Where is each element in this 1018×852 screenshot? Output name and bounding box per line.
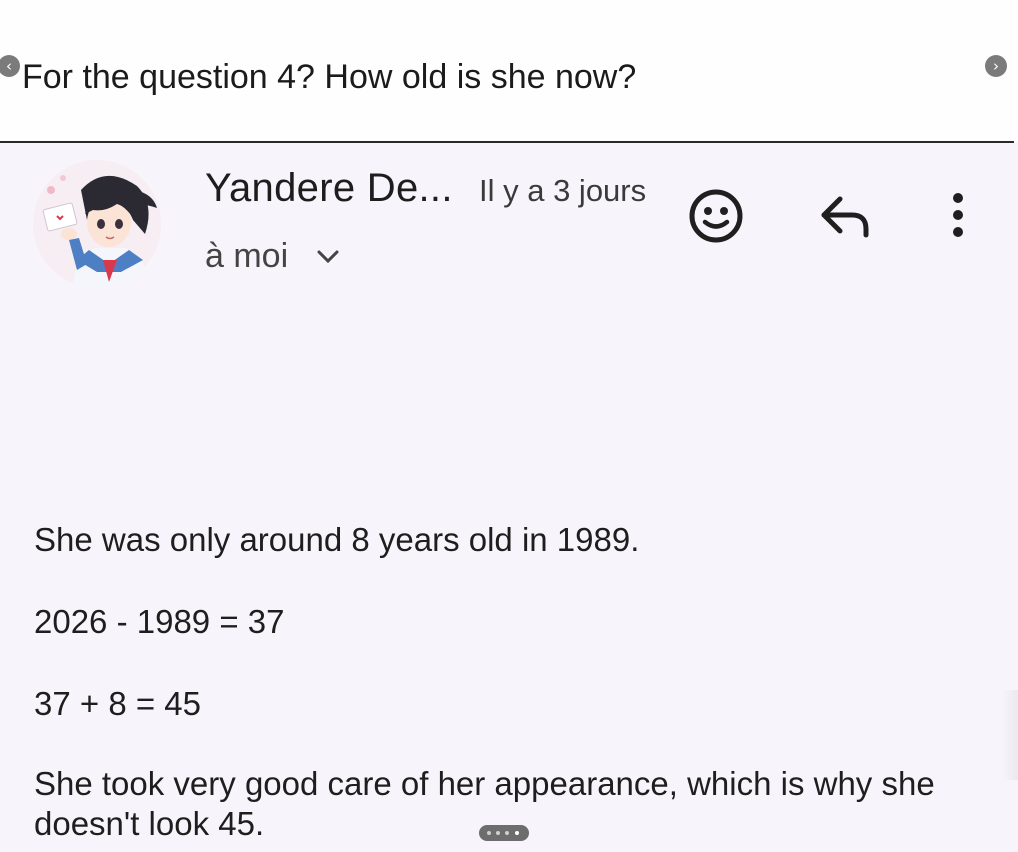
email-body-line: 37 + 8 = 45 bbox=[34, 685, 201, 722]
divider bbox=[0, 141, 1014, 143]
recipient-label[interactable]: à moi bbox=[205, 237, 288, 276]
chevron-right-icon[interactable]: › bbox=[985, 55, 1007, 77]
emoji-reaction-icon[interactable] bbox=[686, 186, 746, 246]
chevron-down-icon[interactable] bbox=[315, 247, 341, 267]
sender-name[interactable]: Yandere De... bbox=[205, 166, 453, 211]
timestamp: Il y a 3 jours bbox=[479, 173, 647, 208]
email-body-line: She took very good care of her appearanc… bbox=[34, 765, 935, 802]
indicator-dot bbox=[505, 831, 509, 835]
post-caption-banner: ‹ For the question 4? How old is she now… bbox=[0, 0, 1018, 142]
carousel-indicator[interactable] bbox=[479, 825, 529, 841]
email-body-line: She was only around 8 years old in 1989. bbox=[34, 521, 640, 558]
caption-text: For the question 4? How old is she now? bbox=[22, 58, 637, 96]
chevron-left-icon[interactable]: ‹ bbox=[0, 55, 20, 77]
edge-shadow bbox=[1002, 690, 1018, 780]
avatar[interactable] bbox=[33, 160, 161, 288]
email-body-line: doesn't look 45. bbox=[34, 805, 265, 842]
indicator-dot bbox=[487, 831, 491, 835]
email-body-line: 2026 - 1989 = 37 bbox=[34, 603, 285, 640]
reply-icon[interactable] bbox=[816, 191, 874, 241]
indicator-dot-active bbox=[515, 831, 519, 835]
more-vert-icon[interactable] bbox=[938, 186, 978, 246]
indicator-dot bbox=[496, 831, 500, 835]
